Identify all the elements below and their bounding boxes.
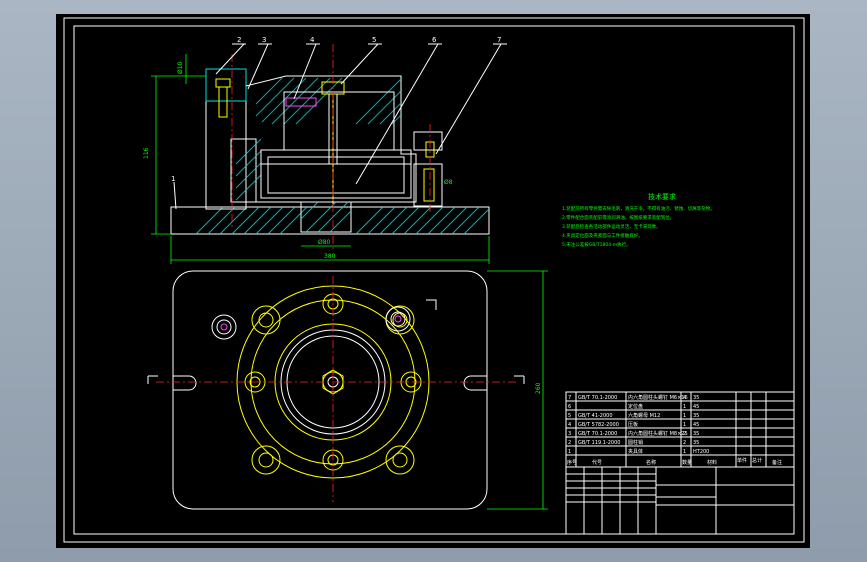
bom-row-no: 3: [568, 431, 571, 437]
bom-row-code: GB/T 5782-2000: [578, 422, 619, 428]
bom-row-qty: 2: [683, 431, 686, 437]
svg-text:Ø80: Ø80: [318, 239, 331, 246]
svg-text:116: 116: [143, 147, 150, 159]
bom-row-qty: 4: [683, 395, 686, 401]
callout-3: 3: [262, 36, 266, 44]
bom-row-no: 6: [568, 404, 571, 410]
tech-line-1: 1.装配前所有零件需去除毛刺，清洗干净，不得有油污、锈蚀、切屑等杂物。: [562, 205, 715, 212]
bom-row-name: 内六角圆柱头螺钉 M8×25: [628, 430, 688, 437]
top-view: 260: [147, 270, 548, 510]
bom-header-note: 备注: [772, 459, 782, 466]
bom-row-qty: 1: [683, 404, 686, 410]
tech-requirements-title: 技术要求: [648, 192, 676, 201]
callout-2: 2: [237, 36, 241, 44]
inner-border: [73, 25, 795, 535]
svg-text:Ø8: Ø8: [444, 179, 453, 186]
cad-drawing-canvas: 116 380 Ø80 Ø10 Ø8 2 3 4 5 6 7 1 260 技术要…: [63, 17, 805, 543]
bom-row-material: 35: [693, 395, 699, 401]
bom-row-name: 六角螺母 M12: [628, 412, 660, 419]
bill-of-materials: 7 GB/T 70.1-2000 内六角圆柱头螺钉 M6×164 356 定位盘 1 455…: [565, 391, 795, 535]
callout-1: 1: [171, 175, 175, 183]
bom-header-single: 单件: [737, 457, 747, 464]
outer-border: [63, 17, 805, 543]
bom-row-qty: 2: [683, 440, 686, 446]
bom-row-no: 1: [568, 449, 571, 455]
bom-row-no: 4: [568, 422, 571, 428]
svg-text:260: 260: [535, 382, 542, 394]
bom-row-qty: 1: [683, 422, 686, 428]
bom-row-name: 夹具体: [628, 448, 643, 455]
cad-drawing-viewport[interactable]: 116 380 Ø80 Ø10 Ø8 2 3 4 5 6 7 1 260 技术要…: [56, 14, 810, 548]
callout-6: 6: [432, 36, 437, 44]
bom-row-material: 45: [693, 404, 699, 410]
callout-5: 5: [372, 36, 376, 44]
callout-7: 7: [497, 36, 501, 44]
bom-header-total: 总计: [752, 457, 762, 464]
bom-header-code: 代号: [592, 459, 602, 466]
bom-row-code: GB/T 41-2000: [578, 413, 613, 419]
tech-line-5: 5.未注公差按GB/T1804-m执行。: [562, 241, 631, 248]
bom-row-qty: 1: [683, 449, 686, 455]
bom-row-material: 35: [693, 440, 699, 446]
tech-line-2: 2.零件配合面装配前需涂润滑油，按图纸要求装配到位。: [562, 214, 674, 221]
bom-row-name: 内六角圆柱头螺钉 M6×16: [628, 394, 688, 401]
svg-text:380: 380: [324, 253, 336, 260]
bom-row-material: 45: [693, 422, 699, 428]
bom-row-no: 5: [568, 413, 571, 419]
tech-line-3: 3.装配后检查各活动部件运动灵活，无卡滞现象。: [562, 223, 661, 230]
svg-text:Ø10: Ø10: [177, 61, 184, 74]
bom-row-qty: 1: [683, 413, 686, 419]
bom-row-material: 35: [693, 413, 699, 419]
bom-row-material: 35: [693, 431, 699, 437]
bom-row-no: 2: [568, 440, 571, 446]
callout-4: 4: [310, 36, 315, 44]
bom-row-code: GB/T 70.1-2000: [578, 395, 617, 401]
bom-header-material: 材料: [707, 459, 717, 466]
bom-row-code: GB/T 119.1-2000: [578, 440, 620, 446]
bom-row-material: HT200: [693, 449, 709, 455]
bom-row-no: 7: [568, 395, 571, 401]
bom-row-name: 圆柱销: [628, 439, 643, 446]
tech-line-4: 4.夹具定位面及夹紧面与工件接触良好。: [562, 232, 643, 239]
bom-row-code: GB/T 70.1-2000: [578, 431, 617, 437]
bom-row-name: 压板: [628, 421, 638, 428]
bom-row-name: 定位盘: [628, 403, 643, 410]
bom-header-name: 名称: [646, 459, 656, 466]
front-section-view: 116 380 Ø80 Ø10 Ø8 2 3 4 5 6 7 1: [143, 36, 507, 264]
technical-requirements: 技术要求 1.装配前所有零件需去除毛刺，清洗干净，不得有油污、锈蚀、切屑等杂物。…: [562, 192, 715, 248]
